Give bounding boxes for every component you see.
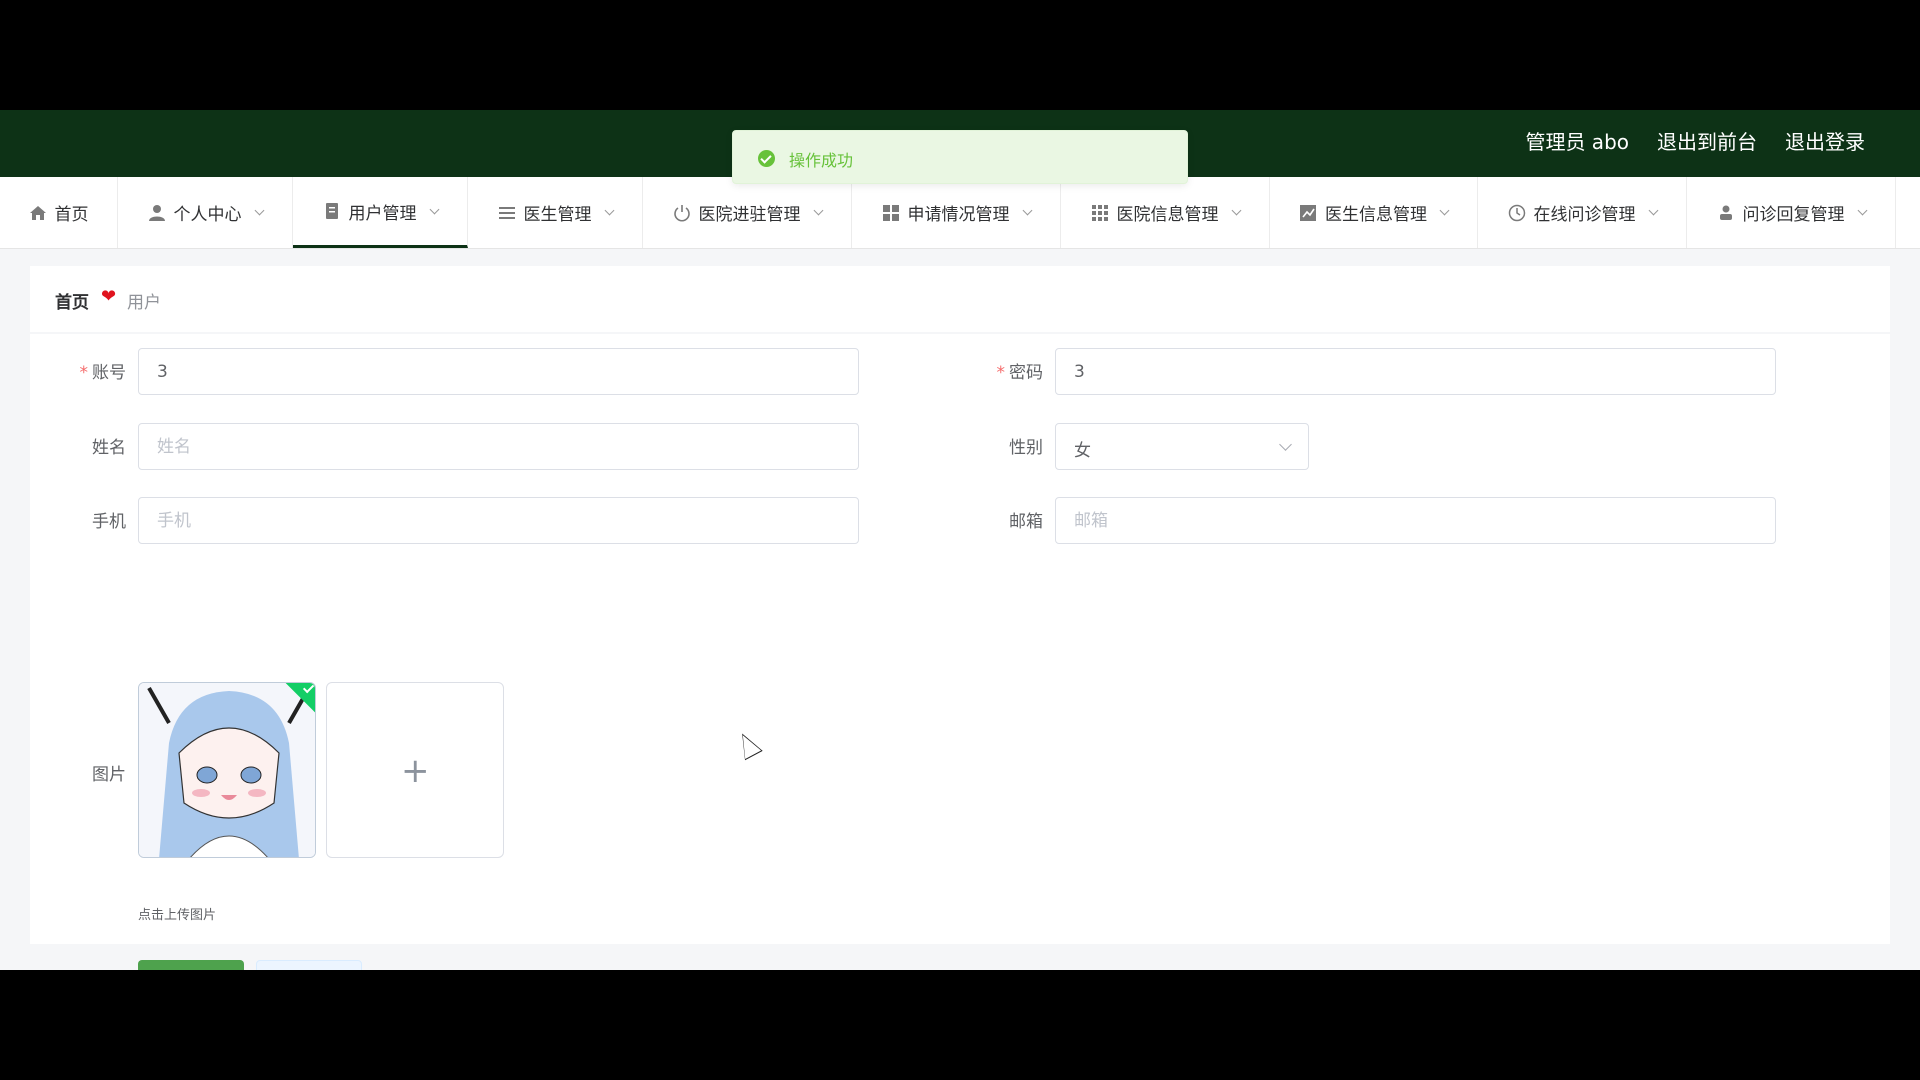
nav-label: 个人中心 xyxy=(173,205,242,225)
anime-avatar-image xyxy=(139,683,315,857)
person-icon xyxy=(1717,204,1735,222)
nav-online-consult[interactable]: 在线问诊管理 xyxy=(1478,177,1687,248)
nav-doctor-management[interactable]: 医生管理 xyxy=(468,177,643,248)
nav-label: 医生管理 xyxy=(523,205,592,225)
power-icon xyxy=(673,204,691,222)
nav-hospital-info[interactable]: 医院信息管理 xyxy=(1061,177,1270,248)
chevron-down-icon xyxy=(1648,205,1658,216)
chevron-down-icon xyxy=(1857,205,1867,216)
breadcrumb-current: 用户 xyxy=(127,293,161,313)
name-label: 姓名 xyxy=(92,438,126,458)
nav-consult-reply[interactable]: 问诊回复管理 xyxy=(1687,177,1896,248)
nav-hospital-entry[interactable]: 医院进驻管理 xyxy=(643,177,852,248)
phone-input[interactable] xyxy=(138,497,859,544)
password-label: * 密码 xyxy=(996,363,1044,383)
email-label: 邮箱 xyxy=(1009,512,1043,532)
document-icon xyxy=(323,202,341,220)
heart-icon: ❤ xyxy=(101,286,117,307)
success-toast: 操作成功 xyxy=(732,130,1188,184)
submit-button[interactable]: 提交 xyxy=(138,960,244,970)
nav-doctor-info[interactable]: 医生信息管理 xyxy=(1270,177,1478,248)
nav-user-management[interactable]: 用户管理 xyxy=(293,177,468,248)
gender-label: 性别 xyxy=(1009,438,1043,458)
goto-front-link[interactable]: 退出到前台 xyxy=(1657,130,1757,154)
breadcrumb-home[interactable]: 首页 xyxy=(55,288,89,313)
nav-home[interactable]: 首页 xyxy=(0,177,118,248)
chevron-down-icon xyxy=(254,205,264,216)
nav-label: 在线问诊管理 xyxy=(1533,205,1636,225)
app-page: 管理员 abo 退出到前台 退出登录 操作成功 首页 个人中心 用户管理 医生管… xyxy=(0,110,1920,970)
nav-label: 用户管理 xyxy=(348,203,417,224)
chevron-down-icon xyxy=(1279,438,1292,451)
image-label: 图片 xyxy=(92,765,126,785)
uploaded-image-thumbnail[interactable] xyxy=(138,682,316,858)
list-icon xyxy=(498,204,516,222)
nav-label: 首页 xyxy=(54,205,89,225)
apps-icon xyxy=(1091,204,1109,222)
cancel-button[interactable]: 取消 xyxy=(256,960,362,970)
nav-label: 医生信息管理 xyxy=(1325,205,1427,225)
grid-icon xyxy=(882,204,900,222)
account-input[interactable] xyxy=(138,348,859,395)
gender-value: 女 xyxy=(1074,441,1091,461)
home-icon xyxy=(29,204,47,222)
phone-label: 手机 xyxy=(92,512,126,532)
gender-select[interactable]: 女 xyxy=(1055,423,1309,470)
email-input[interactable] xyxy=(1055,497,1776,544)
chevron-down-icon xyxy=(429,204,439,214)
success-check-icon xyxy=(758,150,775,167)
name-input[interactable] xyxy=(138,423,859,470)
breadcrumb: 首页 ❤ 用户 xyxy=(30,266,1890,332)
chevron-down-icon xyxy=(604,205,614,216)
image-upload-button[interactable]: + xyxy=(326,682,504,858)
plus-icon: + xyxy=(401,751,430,791)
toast-message: 操作成功 xyxy=(789,151,854,170)
nav-label: 申请情况管理 xyxy=(907,205,1010,225)
nav-personal-center[interactable]: 个人中心 xyxy=(118,177,293,248)
nav-label: 医院信息管理 xyxy=(1116,205,1219,225)
password-input[interactable] xyxy=(1055,348,1776,395)
logout-link[interactable]: 退出登录 xyxy=(1785,130,1865,154)
admin-user-label: 管理员 abo xyxy=(1525,130,1629,154)
upload-tip: 点击上传图片 xyxy=(138,908,217,923)
nav-label: 问诊回复管理 xyxy=(1742,205,1845,225)
user-form: *账号 *密码 姓名 性别 女 手机 邮箱 图片 xyxy=(30,334,1890,970)
chevron-down-icon xyxy=(813,205,823,216)
chevron-down-icon xyxy=(1022,205,1032,216)
user-icon xyxy=(148,204,166,222)
clock-icon xyxy=(1508,204,1526,222)
chart-icon xyxy=(1299,204,1317,222)
nav-label: 医院进驻管理 xyxy=(698,205,801,225)
nav-application-status[interactable]: 申请情况管理 xyxy=(852,177,1061,248)
account-label: * 账号 xyxy=(79,363,127,383)
main-nav: 首页 个人中心 用户管理 医生管理 医院进驻管理 申请情况管理 医院信息管理 医… xyxy=(0,177,1920,249)
chevron-down-icon xyxy=(1439,205,1450,216)
chevron-down-icon xyxy=(1231,205,1241,216)
